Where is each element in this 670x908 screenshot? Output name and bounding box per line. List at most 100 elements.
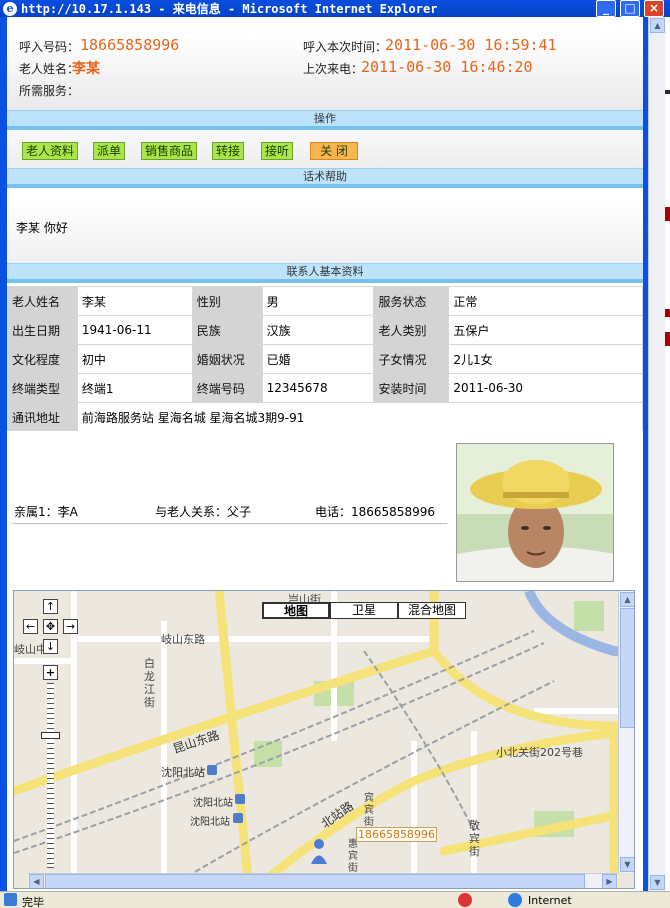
maximize-button[interactable]: □ [620, 0, 640, 17]
script-greeting: 李某 你好 [16, 221, 68, 235]
field-value: 12345678 [261, 373, 375, 403]
field-label: 安装时间 [373, 373, 450, 403]
internet-zone-label: Internet [528, 894, 572, 907]
last-call-time: 2011-06-30 16:46:20 [361, 58, 533, 76]
elder-profile-button[interactable]: 老人资料 [22, 142, 79, 160]
map-scroll-thumb[interactable] [620, 608, 634, 728]
window-title: http://10.17.1.143 - 来电信息 - Microsoft In… [21, 2, 438, 16]
field-value: 2儿1女 [448, 344, 643, 374]
map-scroll-up-icon[interactable]: ▲ [620, 592, 634, 607]
relative-name: 亲属1：李A [14, 505, 78, 519]
map-label: 宾宾街 [364, 793, 374, 828]
field-label: 终端类型 [7, 373, 78, 403]
pan-down-icon[interactable]: ↓ [43, 639, 58, 654]
window-frame-left [0, 17, 7, 891]
field-label: 民族 [191, 315, 263, 345]
transfer-button[interactable]: 转接 [212, 142, 245, 160]
table-row: 终端类型 终端1 终端号码 12345678 安装时间 2011-06-30 [7, 373, 643, 403]
service-label: 所需服务： [19, 84, 80, 98]
field-label: 子女情况 [373, 344, 450, 374]
answer-button[interactable]: 接听 [261, 142, 294, 160]
call-info-panel: 呼入号码： 18665858996 呼入本次时间： 2011-06-30 16:… [7, 17, 643, 110]
section-bar-script-help: 话术帮助 [7, 168, 643, 188]
dispatch-button[interactable]: 派单 [93, 142, 126, 160]
script-help-panel: 李某 你好 [7, 202, 643, 264]
elder-name: 李某 [72, 61, 100, 77]
page-content: 呼入号码： 18665858996 呼入本次时间： 2011-06-30 16:… [7, 17, 643, 891]
status-text: 完毕 [22, 896, 44, 908]
map-label: 惠宾街 [348, 839, 358, 874]
map-scroll-left-icon[interactable]: ◀ [29, 874, 44, 888]
field-label: 性别 [191, 286, 263, 316]
pan-up-icon[interactable]: ↑ [43, 599, 58, 614]
scroll-up-arrow-icon[interactable]: ▲ [650, 18, 665, 33]
map-label: 沈阳北站 [193, 798, 233, 809]
zoom-slider-track[interactable] [47, 683, 54, 868]
map-type-satellite-button[interactable]: 卫星 [330, 602, 398, 619]
page-icon [4, 893, 17, 906]
field-label: 文化程度 [7, 344, 78, 374]
table-row: 通讯地址 前海路服务站 星海名城 星海名城3期9-91 [7, 402, 643, 432]
field-label: 服务状态 [373, 286, 450, 316]
field-label: 老人类别 [373, 315, 450, 345]
table-row: 出生日期 1941-06-11 民族 汉族 老人类别 五保户 [7, 315, 643, 345]
map-type-map-button[interactable]: 地图 [262, 602, 330, 619]
field-value: 1941-06-11 [76, 315, 193, 345]
field-value: 李某 [76, 286, 193, 316]
pan-left-icon[interactable]: ← [23, 619, 38, 634]
map-scroll-down-icon[interactable]: ▼ [620, 857, 634, 872]
scroll-down-arrow-icon[interactable]: ▼ [650, 875, 665, 890]
map-label: 沈阳北站 [190, 817, 230, 828]
address-label: 通讯地址 [7, 402, 78, 432]
map-vertical-scrollbar[interactable]: ▲ ▼ [618, 591, 634, 873]
relative-phone: 电话：18665858996 [315, 505, 435, 519]
map-label: 岐山东路 [161, 633, 205, 646]
elder-name-label: 老人姓名： [19, 62, 80, 76]
last-call-label: 上次来电： [303, 62, 364, 76]
close-button[interactable]: 关 闭 [310, 142, 358, 160]
field-value: 汉族 [261, 315, 375, 345]
pan-right-icon[interactable]: → [63, 619, 78, 634]
zoom-slider-handle[interactable] [41, 732, 60, 739]
status-bar: 完毕 Internet [0, 891, 670, 908]
map-type-hybrid-button[interactable]: 混合地图 [398, 602, 466, 619]
field-label: 终端号码 [191, 373, 263, 403]
elder-photo [456, 443, 614, 582]
title-bar: e http://10.17.1.143 - 来电信息 - Microsoft … [0, 0, 670, 17]
field-label: 老人姓名 [7, 286, 78, 316]
pan-center-icon[interactable]: ✥ [43, 619, 58, 634]
sell-goods-button[interactable]: 销售商品 [141, 142, 198, 160]
address-value: 前海路服务站 星海名城 星海名城3期9-91 [76, 402, 643, 432]
caller-number-label: 呼入号码： [19, 40, 80, 54]
map-marker-label: 18665858996 [356, 827, 437, 842]
close-window-button[interactable]: × [644, 0, 664, 17]
map-label: 白龙江街 [144, 657, 155, 709]
table-row: 老人姓名 李某 性别 男 服务状态 正常 [7, 286, 643, 316]
field-label: 婚姻状况 [191, 344, 263, 374]
current-call-time: 2011-06-30 16:59:41 [385, 36, 557, 54]
security-icon [458, 893, 472, 907]
current-time-label: 呼入本次时间： [303, 40, 388, 54]
map-hscroll-thumb[interactable] [45, 874, 585, 888]
zoom-in-icon[interactable]: + [43, 665, 58, 680]
map-label: 沈阳北站 [161, 766, 205, 779]
field-value: 正常 [448, 286, 643, 316]
desktop-background-strip [665, 17, 670, 891]
field-value: 初中 [76, 344, 193, 374]
page-scrollbar[interactable]: ▲ ▼ [648, 17, 665, 891]
map-label: 小北关街202号巷 [496, 746, 583, 759]
ie-logo-icon: e [3, 1, 17, 16]
section-bar-operations: 操作 [7, 110, 643, 130]
field-value: 男 [261, 286, 375, 316]
map-horizontal-scrollbar[interactable]: ◀ ▶ [28, 873, 618, 888]
table-row: 文化程度 初中 婚姻状况 已婚 子女情况 2儿1女 [7, 344, 643, 374]
caller-number: 18665858996 [80, 36, 180, 54]
operations-toolbar: 老人资料 派单 销售商品 转接 接听 关 闭 [7, 130, 643, 168]
field-value: 五保户 [448, 315, 643, 345]
map-panel[interactable]: 岂山街 岐山东路 岐山中 白龙江街 昆山东路 沈阳北站 沈阳北站 沈阳北站 北站… [13, 590, 635, 889]
minimize-button[interactable]: _ [596, 0, 616, 17]
divider [13, 523, 447, 524]
section-bar-contact-info: 联系人基本资料 [7, 263, 643, 283]
field-label: 出生日期 [7, 315, 78, 345]
map-scroll-right-icon[interactable]: ▶ [602, 874, 617, 888]
